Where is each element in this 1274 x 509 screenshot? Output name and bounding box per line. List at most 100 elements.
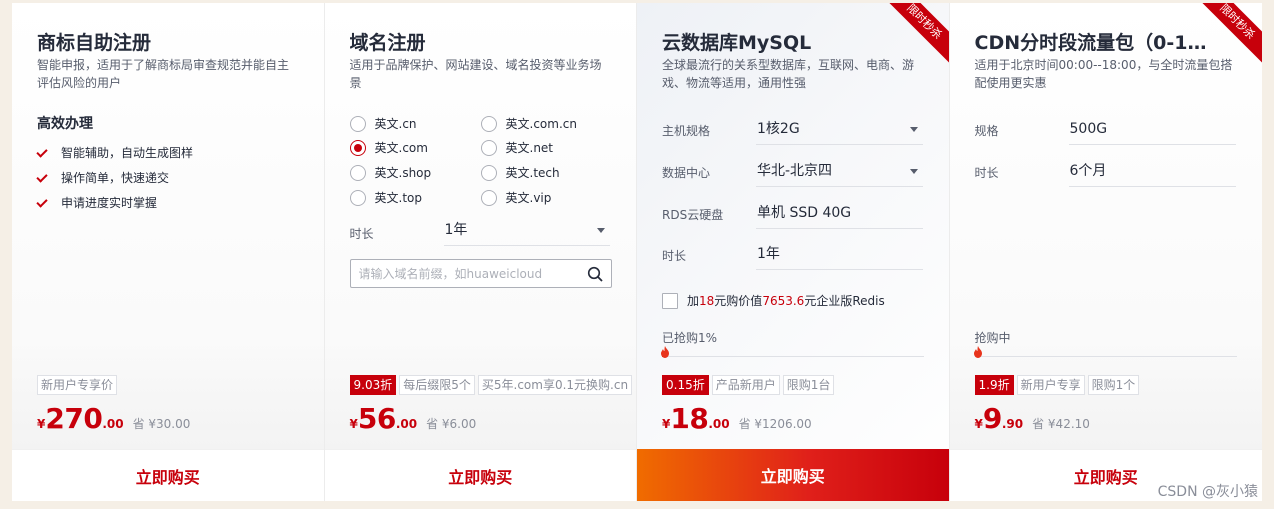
redis-addon-option[interactable]: 加 18 元购价值 7653.6 元企业版Redis [662,292,885,309]
check-icon [37,146,49,158]
promo-tag: 产品新用户 [711,375,780,395]
field-value-text: 1年 [757,246,780,262]
select-value: 1核2G [757,121,800,137]
card-description: 智能申报，适用于了解商标局审查规范并能自主评估风险的用户 [37,58,290,90]
check-icon [37,196,49,208]
card-body: 限时秒杀 云数据库MySQL 全球最流行的关系型数据库，互联网、电商、游戏、物流… [637,3,949,449]
feature-text: 智能辅助，自动生成图样 [61,145,194,160]
price-savings: 省 ¥42.10 [1032,417,1090,431]
promo-tag: 买5年.com享0.1元换购.cn [477,375,633,395]
price-integer: 9 [982,402,1002,435]
addon-text: 加 [687,294,700,308]
mysql-card: 限时秒杀 云数据库MySQL 全球最流行的关系型数据库，互联网、电商、游戏、物流… [637,3,950,501]
radio-option-net[interactable]: 英文.net [480,139,554,156]
field-label: 主机规格 [662,124,711,138]
field-label: 时长 [349,227,374,241]
spec-field: 规格 500G [974,115,1236,145]
card-title[interactable]: 域名注册 [350,28,617,55]
radio-label: 英文.cn [374,117,417,131]
price-savings: 省 ¥30.00 [132,417,191,431]
radio-button[interactable] [349,139,366,156]
sale-progress-bar [661,346,924,358]
trademark-card: 商标自助注册 智能申报，适用于了解商标局审查规范并能自主评估风险的用户 高效办理… [12,3,325,501]
promo-tags: 1.9折 新用户专享 限购1个 [974,375,1143,395]
datacenter-select[interactable]: 华北-北京四 [756,157,923,187]
duration-value: 6个月 [1068,157,1236,187]
progress-label: 已抢购1% [662,331,718,345]
promo-tags: 新用户专享价 [37,375,120,395]
buy-now-button[interactable]: 立即购买 [12,449,324,501]
radio-option-com[interactable]: 英文.com [349,139,428,156]
discount-tag: 0.15折 [662,375,709,395]
radio-label: 英文.com [374,141,428,155]
radio-button[interactable] [480,164,497,181]
feature-text: 申请进度实时掌握 [61,195,158,210]
radio-label: 英文.shop [374,166,432,180]
promo-tags: 0.15折 产品新用户 限购1台 [662,375,837,395]
radio-option-shop[interactable]: 英文.shop [349,164,432,181]
watermark: CSDN @灰小猿 [1157,484,1258,500]
radio-label: 英文.com.cn [505,117,577,131]
field-label: 时长 [974,166,999,180]
addon-text: 元购价值 [714,294,763,308]
addon-text: 元企业版Redis [804,294,885,308]
sale-progress-bar [973,346,1237,358]
field-label: RDS云硬盘 [662,208,724,222]
radio-button[interactable] [349,115,366,132]
field-label: 规格 [974,124,999,138]
radio-option-com-cn[interactable]: 英文.com.cn [480,115,577,132]
card-title[interactable]: 云数据库MySQL [662,28,929,55]
field-value-text: 6个月 [1069,163,1107,179]
card-body: 限时秒杀 CDN分时段流量包（0-18... 适用于北京时间00:00--18:… [949,3,1262,449]
price-integer: 18 [670,402,709,435]
feature-item: 智能辅助，自动生成图样 [37,140,193,165]
addon-value: 7653.6 [762,293,805,308]
radio-option-tech[interactable]: 英文.tech [480,164,560,181]
card-title[interactable]: 商标自助注册 [37,28,304,55]
price: ¥ 18 .00 省 ¥1206.00 [662,402,812,435]
radio-option-vip[interactable]: 英文.vip [480,189,552,206]
price-decimal: .00 [395,417,418,431]
radio-option-top[interactable]: 英文.top [349,189,422,206]
product-cards: 商标自助注册 智能申报，适用于了解商标局审查规范并能自主评估风险的用户 高效办理… [12,3,1262,501]
discount-tag: 9.03折 [349,375,397,395]
field-label: 时长 [662,249,687,263]
field-value-text: 500G [1069,121,1108,137]
buy-now-button[interactable]: 立即购买 [324,449,636,501]
duration-select[interactable]: 1年 [443,216,610,246]
radio-button[interactable] [349,189,366,206]
domain-search-input[interactable] [358,265,579,283]
duration-field: 时长 1年 [662,240,923,270]
card-description: 适用于北京时间00:00--18:00，与全时流量包搭配使用更实惠 [974,58,1233,90]
search-icon[interactable] [587,266,603,282]
disk-field: RDS云硬盘 单机 SSD 40G [662,199,923,229]
radio-button[interactable] [349,164,366,181]
radio-option-cn[interactable]: 英文.cn [349,115,417,132]
price-integer: 270 [45,402,103,435]
radio-button[interactable] [480,115,497,132]
radio-label: 英文.tech [505,166,560,180]
promo-tag: 限购1个 [1087,375,1140,395]
feature-item: 操作简单，快速递交 [37,165,193,190]
buy-now-button[interactable]: 立即购买 [637,449,949,501]
price: ¥ 9 .90 省 ¥42.10 [975,402,1090,435]
radio-label: 英文.vip [505,191,552,205]
radio-button[interactable] [480,189,497,206]
card-title[interactable]: CDN分时段流量包（0-18... [975,28,1208,55]
spec-select[interactable]: 1核2G [756,115,923,145]
radio-button[interactable] [480,139,497,156]
feature-list: 智能辅助，自动生成图样 操作简单，快速递交 申请进度实时掌握 [37,140,193,215]
price-currency: ¥ [974,417,983,431]
chevron-down-icon [909,127,918,132]
spec-value: 500G [1068,115,1236,145]
price-decimal: .00 [102,417,124,431]
spec-field: 主机规格 1核2G [662,115,923,145]
domain-card: 域名注册 适用于品牌保护、网站建设、域名投资等业务场景 英文.cn 英文.com… [324,3,637,501]
disk-value: 单机 SSD 40G [756,199,923,229]
duration-value: 1年 [756,240,923,270]
addon-checkbox[interactable] [662,292,678,309]
feature-text: 操作简单，快速递交 [61,170,170,185]
radio-label: 英文.net [505,141,554,155]
price-decimal: .90 [1001,417,1024,431]
card-body: 域名注册 适用于品牌保护、网站建设、域名投资等业务场景 英文.cn 英文.com… [324,3,636,449]
